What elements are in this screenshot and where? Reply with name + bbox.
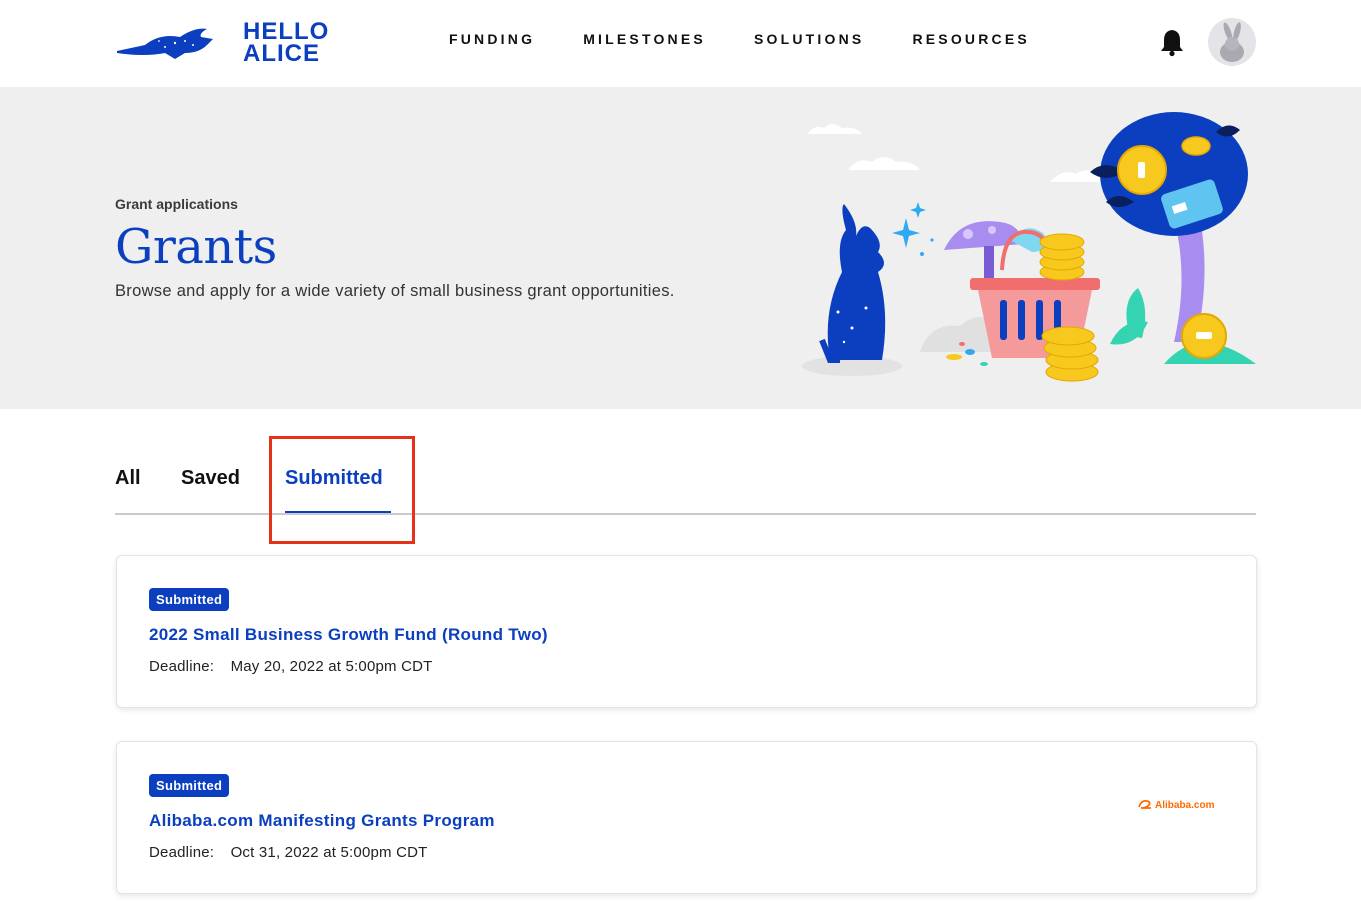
deadline-label: Deadline: [149,844,215,861]
top-navigation-bar: HELLO ALICE FUNDING MILESTONES SOLUTIONS… [0,0,1361,87]
hero-eyebrow: Grant applications [115,196,238,212]
main-nav: FUNDING MILESTONES SOLUTIONS RESOURCES [449,31,1078,47]
nav-funding[interactable]: FUNDING [449,31,535,47]
alibaba-logo-text: Alibaba.com [1155,800,1215,811]
deadline-label: Deadline: [149,658,215,675]
deadline-value: May 20, 2022 at 5:00pm CDT [230,658,433,675]
rabbit-money-tree-illustration [802,112,1256,382]
alibaba-partner-logo: Alibaba.com [1137,796,1217,812]
page-title: Grants [115,219,277,275]
rabbit-logo-icon [117,28,213,59]
status-badge: Submitted [149,774,230,797]
hero-subtitle: Browse and apply for a wide variety of s… [115,282,675,300]
grant-title-link[interactable]: 2022 Small Business Growth Fund (Round T… [149,625,548,645]
status-badge: Submitted [149,588,230,611]
logo-wordmark: HELLO ALICE [243,20,329,67]
tab-saved[interactable]: Saved [181,467,240,490]
grant-deadline: Deadline: Oct 31, 2022 at 5:00pm CDT [149,844,428,861]
grant-card[interactable]: Submitted 2022 Small Business Growth Fun… [116,555,1257,708]
rabbit-avatar-icon [1220,22,1244,62]
annotation-highlight-box [269,436,415,544]
grant-card[interactable]: Submitted Alibaba.com Manifesting Grants… [116,741,1257,894]
alibaba-logo-icon: Alibaba.com [1138,799,1215,811]
logo-line-2: ALICE [243,40,320,67]
tab-all[interactable]: All [115,467,141,490]
bell-icon[interactable] [1158,27,1186,57]
hello-alice-logo[interactable]: HELLO ALICE [115,18,329,68]
deadline-value: Oct 31, 2022 at 5:00pm CDT [230,844,428,861]
profile-avatar[interactable] [1208,18,1256,66]
nav-resources[interactable]: RESOURCES [912,31,1029,47]
grant-title-link[interactable]: Alibaba.com Manifesting Grants Program [149,811,495,831]
nav-solutions[interactable]: SOLUTIONS [754,31,864,47]
hero-banner: Grant applications Grants Browse and app… [0,87,1361,409]
grant-deadline: Deadline: May 20, 2022 at 5:00pm CDT [149,658,433,675]
nav-milestones[interactable]: MILESTONES [583,31,706,47]
